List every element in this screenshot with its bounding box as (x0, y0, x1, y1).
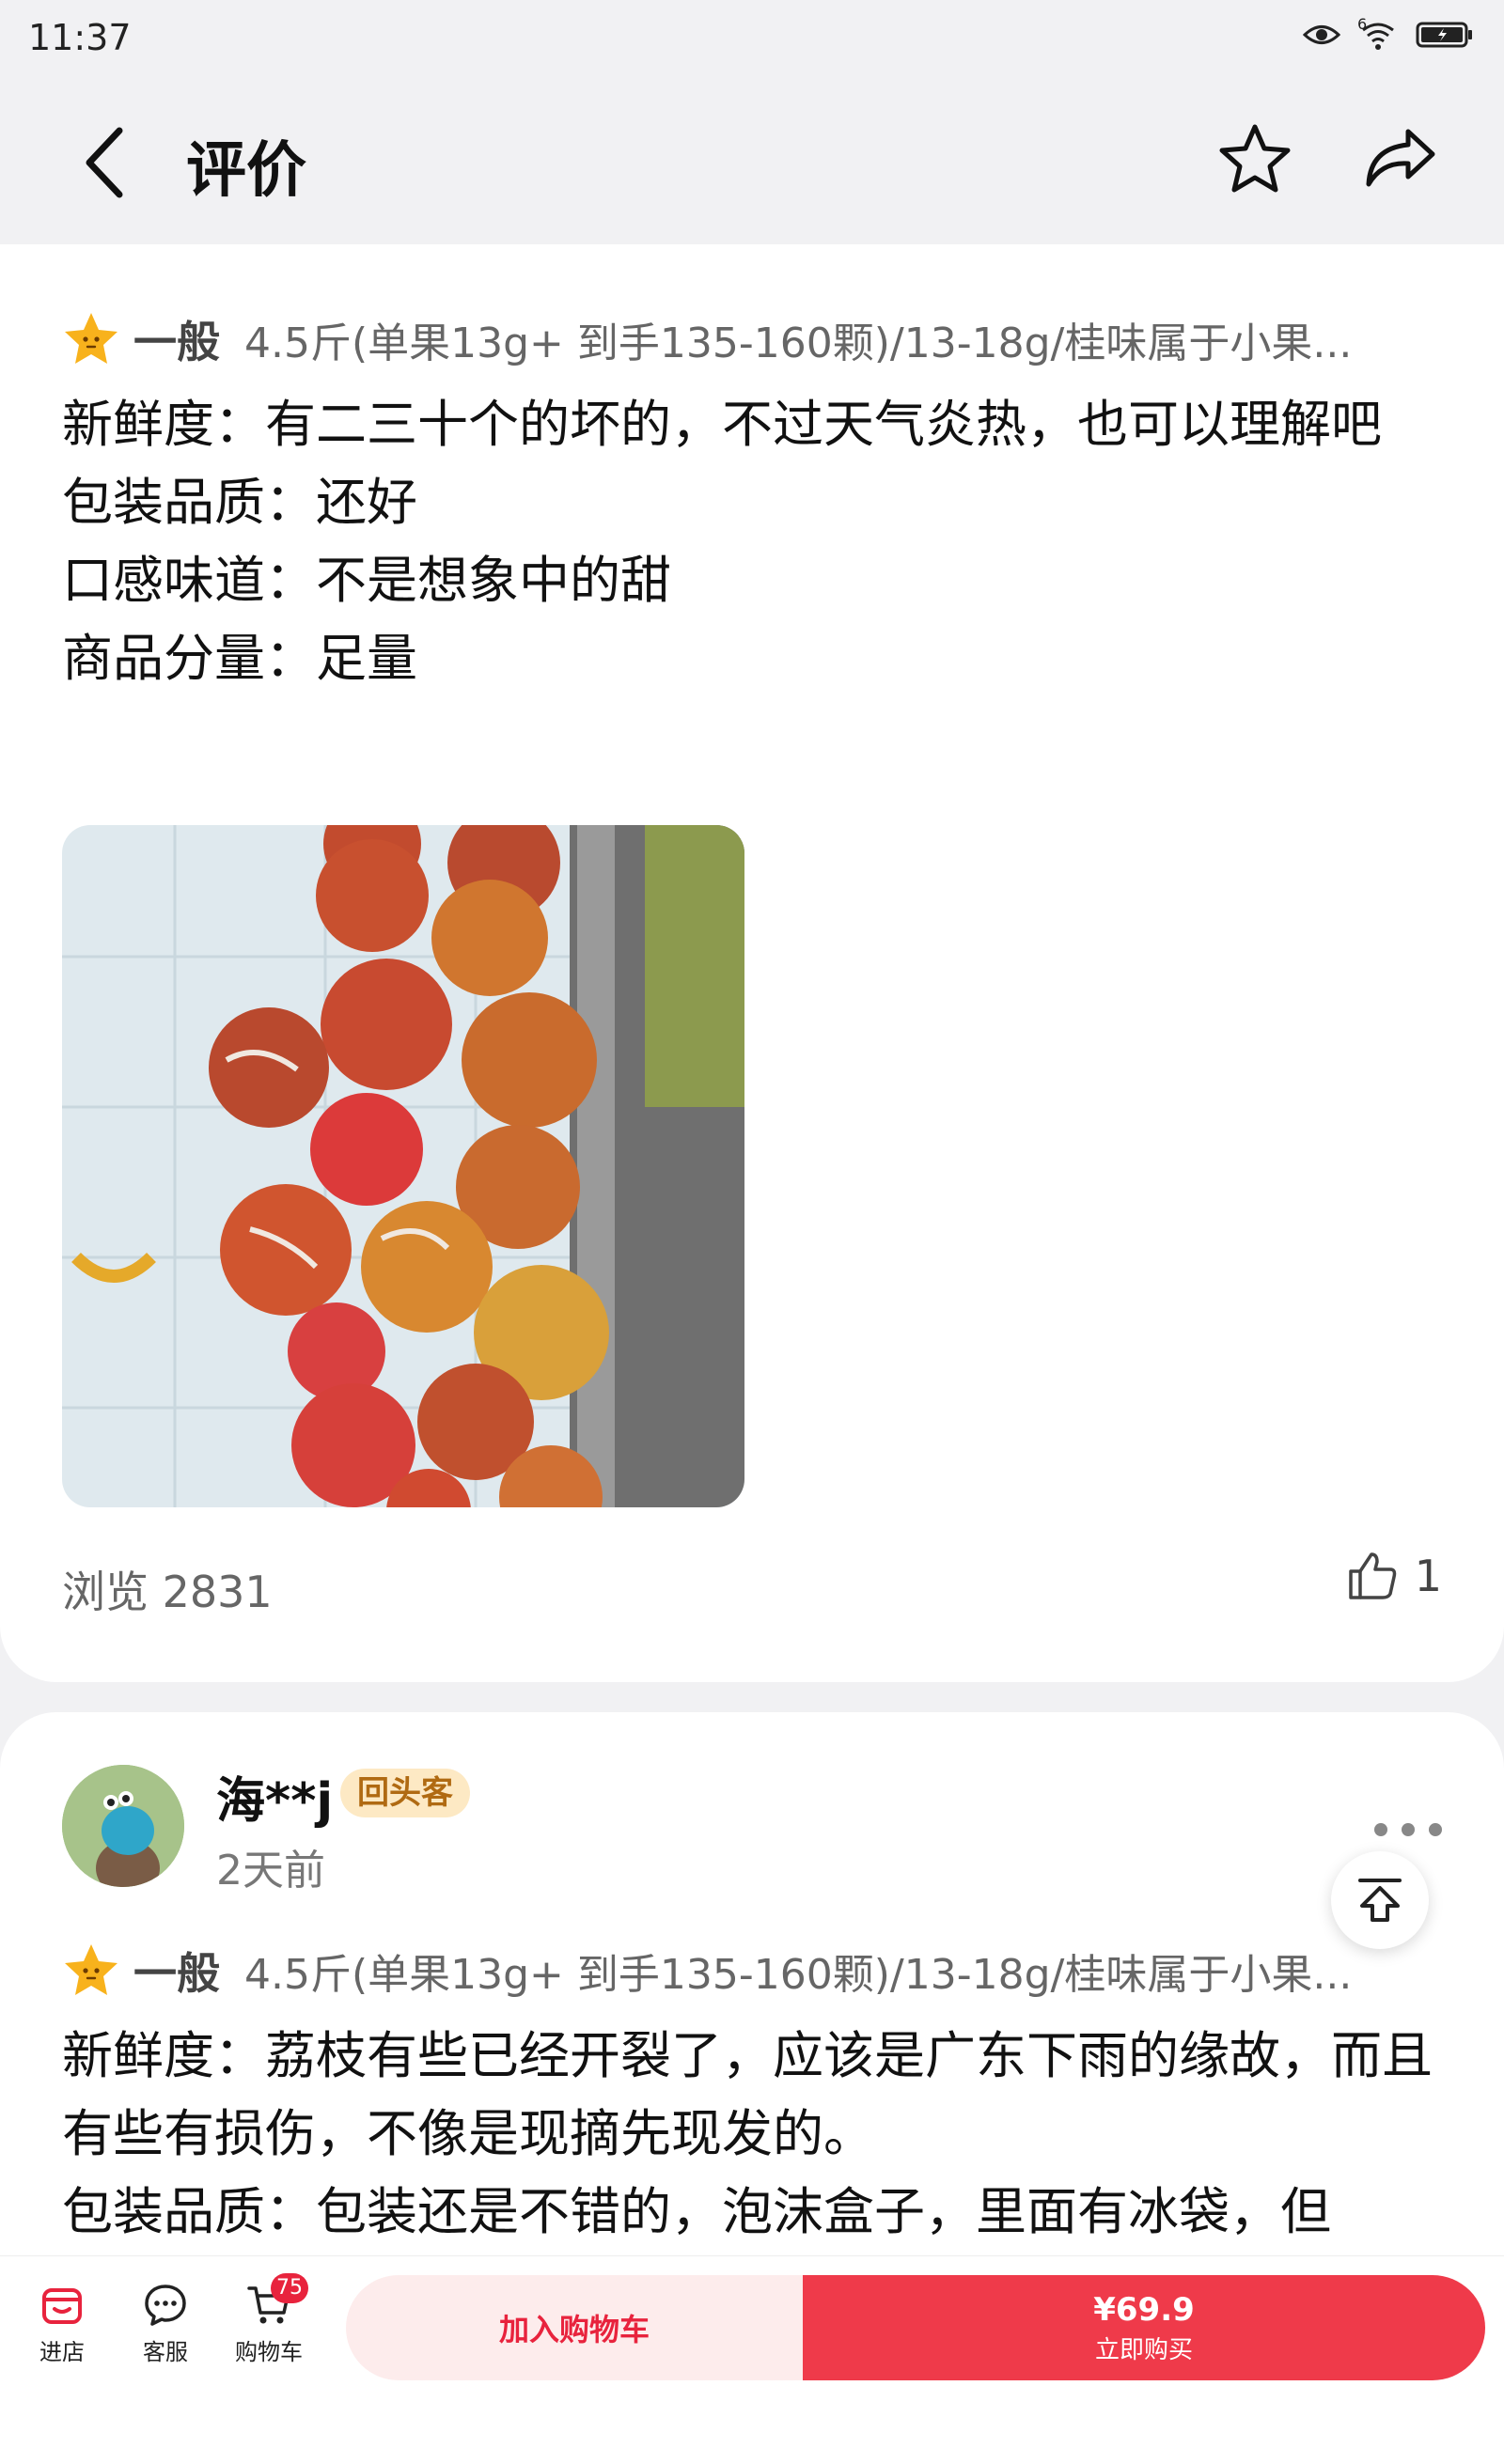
thumbs-up-icon (1348, 1552, 1396, 1599)
star-outline-icon (1219, 124, 1291, 193)
favorite-button[interactable] (1213, 117, 1297, 201)
review-line: 口感味道：不是想象中的甜 (62, 551, 671, 610)
wifi-icon: 6 (1357, 15, 1399, 51)
review-line: 包装品质：还好 (62, 473, 417, 532)
dot-icon (1402, 1823, 1415, 1836)
chat-bubble-icon (145, 2285, 186, 2326)
rating-row: 一般 4.5斤(单果13g+ 到手135-160颗)/13-18g/桂味属于小果… (62, 306, 1444, 372)
returning-customer-badge: 回头客 (340, 1769, 470, 1817)
review-text: 新鲜度：有二三十个的坏的，不过天气炎热，也可以理解吧 包装品质：还好 口感味道：… (62, 385, 1434, 697)
product-spec: 4.5斤(单果13g+ 到手135-160颗)/13-18g/桂味属于小果... (244, 320, 1353, 367)
status-icons: 6 (1303, 15, 1474, 51)
back-to-top-button[interactable] (1331, 1851, 1429, 1949)
back-button[interactable] (66, 120, 141, 205)
shop-label: 进店 (39, 2339, 85, 2365)
review-time: 2天前 (216, 1847, 325, 1895)
customer-service-button[interactable]: 客服 (120, 2283, 211, 2366)
view-count: 浏览 2831 (62, 1567, 273, 1617)
eye-icon (1303, 25, 1340, 44)
nav-bar: 评价 (0, 79, 1504, 244)
cart-button[interactable]: 75 购物车 (224, 2273, 314, 2366)
buy-now-label: 立即购买 (1094, 2335, 1193, 2364)
like-button[interactable]: 1 (1347, 1551, 1442, 1601)
arrow-up-to-top-icon (1358, 1879, 1402, 1922)
dot-icon (1429, 1823, 1442, 1836)
lychee-photo-illustration (62, 825, 744, 1507)
share-button[interactable] (1354, 117, 1448, 201)
username: 海**j (216, 1773, 334, 1830)
price: ¥69.9 (1093, 2290, 1195, 2329)
review-photo[interactable] (62, 825, 744, 1507)
avatar[interactable] (62, 1765, 184, 1887)
more-options-button[interactable] (1374, 1816, 1442, 1844)
service-label: 客服 (143, 2339, 188, 2365)
shop-button[interactable]: 进店 (17, 2283, 107, 2366)
rating-face-star-icon (65, 313, 118, 364)
rating-face-star-icon (65, 1944, 118, 1995)
bottom-action-bar: 进店 客服 75 购物车 加入购物车 ¥69.9 立即购买 (0, 2255, 1504, 2406)
chevron-left-icon (86, 127, 123, 198)
product-spec: 4.5斤(单果13g+ 到手135-160颗)/13-18g/桂味属于小果... (244, 1951, 1353, 1999)
cart-count-badge: 75 (271, 2273, 308, 2303)
add-to-cart-button[interactable]: 加入购物车 (346, 2275, 803, 2380)
page-title: 评价 (186, 136, 306, 206)
review-text: 新鲜度：荔枝有些已经开裂了，应该是广东下雨的缘故，而且有些有损伤，不像是现摘先现… (62, 2017, 1434, 2251)
wifi-signal-label: 6 (1357, 15, 1368, 33)
like-count: 1 (1414, 1551, 1442, 1601)
dot-icon (1374, 1823, 1387, 1836)
shop-icon (42, 2288, 82, 2324)
status-time: 11:37 (28, 17, 132, 58)
review-line: 新鲜度：荔枝有些已经开裂了，应该是广东下雨的缘故，而且有些有损伤，不像是现摘先现… (62, 2026, 1433, 2163)
rating-label: 一般 (133, 317, 220, 367)
status-bar: 11:37 6 (0, 0, 1504, 79)
buy-now-button[interactable]: ¥69.9 立即购买 (803, 2275, 1485, 2380)
cart-label: 购物车 (235, 2339, 303, 2365)
rating-label: 一般 (133, 1948, 220, 1999)
battery-icon (1416, 22, 1472, 48)
review-line: 包装品质：包装还是不错的，泡沫盒子，里面有冰袋，但 (62, 2182, 1331, 2241)
rating-row: 一般 4.5斤(单果13g+ 到手135-160颗)/13-18g/桂味属于小果… (62, 1938, 1444, 2004)
review-card: 一般 4.5斤(单果13g+ 到手135-160颗)/13-18g/桂味属于小果… (0, 244, 1504, 1682)
review-line: 新鲜度：有二三十个的坏的，不过天气炎热，也可以理解吧 (62, 395, 1382, 454)
review-line: 商品分量：足量 (62, 629, 417, 688)
share-arrow-icon (1366, 129, 1435, 187)
